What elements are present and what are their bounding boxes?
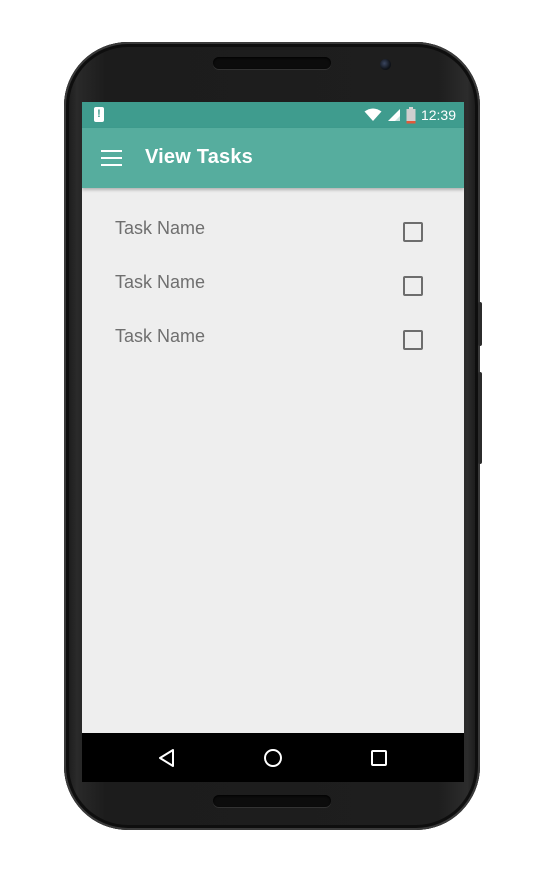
hamburger-menu-icon[interactable] xyxy=(101,150,122,166)
list-item: Task Name xyxy=(82,188,464,242)
navigation-bar xyxy=(82,733,464,782)
front-camera xyxy=(380,59,391,70)
clock: 12:39 xyxy=(420,107,456,123)
wifi-icon xyxy=(364,108,382,121)
volume-button xyxy=(478,372,482,464)
task-name: Task Name xyxy=(115,218,206,238)
status-bar: ! 12:39 xyxy=(82,102,464,128)
recents-button[interactable] xyxy=(349,733,409,782)
status-icons: 12:39 xyxy=(364,102,456,128)
back-icon xyxy=(159,748,174,767)
task-name: Task Name xyxy=(115,326,206,346)
power-button xyxy=(478,302,482,346)
battery-alert-icon: ! xyxy=(94,107,104,122)
screen: ! 12:39 View Tasks Task Name Task Name T… xyxy=(82,102,464,782)
list-item: Task Name xyxy=(82,296,464,350)
task-checkbox[interactable] xyxy=(403,222,423,242)
recents-icon xyxy=(371,749,387,766)
top-speaker xyxy=(213,57,331,69)
task-checkbox[interactable] xyxy=(403,330,423,350)
page-title: View Tasks xyxy=(145,146,253,168)
home-button[interactable] xyxy=(243,733,303,782)
signal-icon xyxy=(387,109,400,121)
home-icon xyxy=(264,748,282,767)
bottom-speaker xyxy=(213,795,331,807)
task-checkbox[interactable] xyxy=(403,276,423,296)
battery-icon xyxy=(406,106,416,123)
app-bar: View Tasks xyxy=(82,128,464,188)
list-item: Task Name xyxy=(82,242,464,296)
back-button[interactable] xyxy=(137,733,197,782)
task-name: Task Name xyxy=(115,272,206,292)
task-list: Task Name Task Name Task Name xyxy=(82,188,464,350)
